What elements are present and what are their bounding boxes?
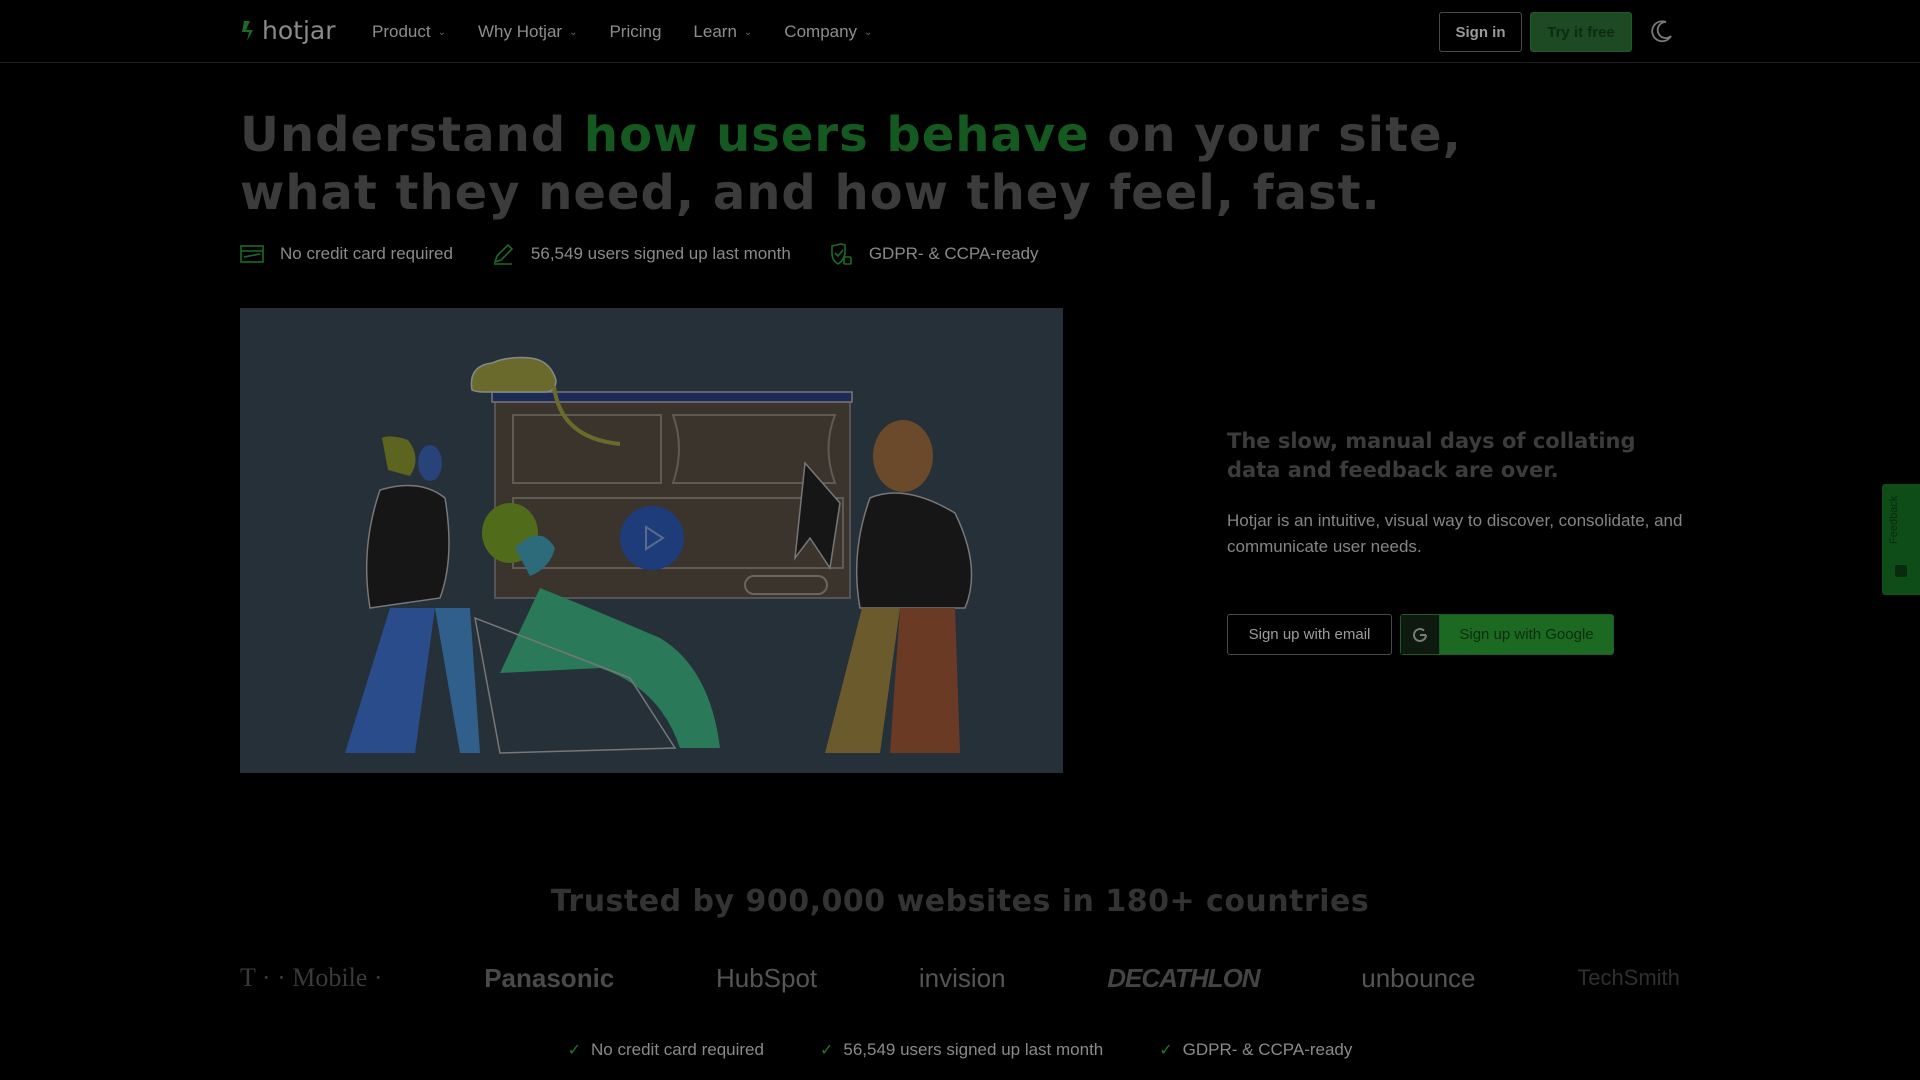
shield-check-icon [831,243,852,265]
hero-description: Hotjar is an intuitive, visual way to di… [1227,511,1683,556]
top-navigation: hotjar Product ⌄ Why Hotjar ⌄ Pricing Le… [0,0,1920,63]
nav-item-pricing[interactable]: Pricing [609,22,661,42]
sign-up-email-button[interactable]: Sign up with email [1227,614,1392,655]
feedback-icon [1895,565,1907,577]
decathlon-logo: DECATHLON [1107,962,1260,993]
panasonic-logo: Panasonic [484,962,615,993]
invision-logo: invision [918,962,1006,993]
hero-badges: No credit card required 56,549 users sig… [240,242,1039,266]
badge-text: GDPR- & CCPA-ready [868,244,1039,263]
nav-label: Why Hotjar [477,22,563,41]
hotjar-logo[interactable]: hotjar [240,16,336,45]
sign-up-google-button[interactable]: Sign up with Google [1400,614,1614,655]
techsmith-logo: TechSmith [1577,965,1680,990]
feedback-tab[interactable]: Feedback [1882,484,1920,595]
unbounce-logo: unbounce [1361,962,1476,993]
nav-label: Pricing [609,22,662,41]
bottom-badges: ✓ No credit card required ✓ 56,549 users… [0,1040,1920,1060]
customer-logos: T · · Mobile · Panasonic HubSpot invisio… [240,958,1680,998]
checkmark-icon: ✓ [567,1042,582,1059]
badge-text: No credit card required [280,244,453,263]
bottom-badge-text: 56,549 users signed up last month [843,1040,1104,1059]
hero-subheading: The slow, manual days of collating data … [1227,429,1636,482]
hero-illustration[interactable] [240,308,1063,773]
sign-in-button[interactable]: Sign in [1439,12,1522,52]
bottom-badge: ✓ GDPR- & CCPA-ready [1159,1040,1352,1060]
nav-item-why-hotjar[interactable]: Why Hotjar ⌄ [478,22,577,42]
bottom-badge-text: GDPR- & CCPA-ready [1182,1040,1353,1059]
chevron-down-icon: ⌄ [569,26,578,38]
chevron-down-icon: ⌄ [743,26,753,38]
checkmark-icon: ✓ [819,1042,834,1059]
bottom-badge: ✓ No credit card required [568,1040,764,1060]
trusted-heading: Trusted by 900,000 websites in 180+ coun… [550,884,1370,919]
nav-item-learn[interactable]: Learn ⌄ [693,22,752,42]
nav-label: Learn [693,22,737,41]
feedback-label: Feedback [1888,495,1900,544]
bottom-badge: ✓ 56,549 users signed up last month [820,1040,1103,1060]
headline-start: Understand [240,107,584,163]
badge-text: 56,549 users signed up last month [530,244,791,263]
pencil-icon [493,243,514,265]
hero-headline: Understand how users behave on your site… [240,106,1500,222]
hubspot-logo: HubSpot [715,962,818,993]
badge-gdpr: GDPR- & CCPA-ready [829,242,1039,266]
logo-text: hotjar [262,16,336,45]
google-icon [1401,615,1440,654]
badge-no-credit-card: No credit card required [240,242,453,266]
play-icon [645,525,665,551]
moon-icon[interactable] [1649,18,1675,44]
hotjar-flame-icon [242,20,253,41]
try-it-free-button[interactable]: Try it free [1530,12,1632,52]
checkmark-icon: ✓ [1159,1042,1173,1059]
main-nav: Product ⌄ Why Hotjar ⌄ Pricing Learn ⌄ C… [372,22,872,42]
credit-card-icon [240,245,264,263]
play-video-button[interactable] [620,506,684,570]
nav-label: Product [372,22,431,41]
chevron-down-icon: ⌄ [437,26,446,38]
nav-item-company[interactable]: Company ⌄ [784,22,872,42]
t-mobile-logo: T · · Mobile · [240,963,383,992]
headline-highlight: how users behave [583,107,1090,163]
chevron-down-icon: ⌄ [864,26,873,38]
badge-signups: 56,549 users signed up last month [491,242,791,266]
bottom-badge-text: No credit card required [591,1040,764,1059]
nav-label: Company [784,22,858,41]
google-button-label: Sign up with Google [1459,626,1594,643]
nav-item-product[interactable]: Product ⌄ [372,22,446,42]
